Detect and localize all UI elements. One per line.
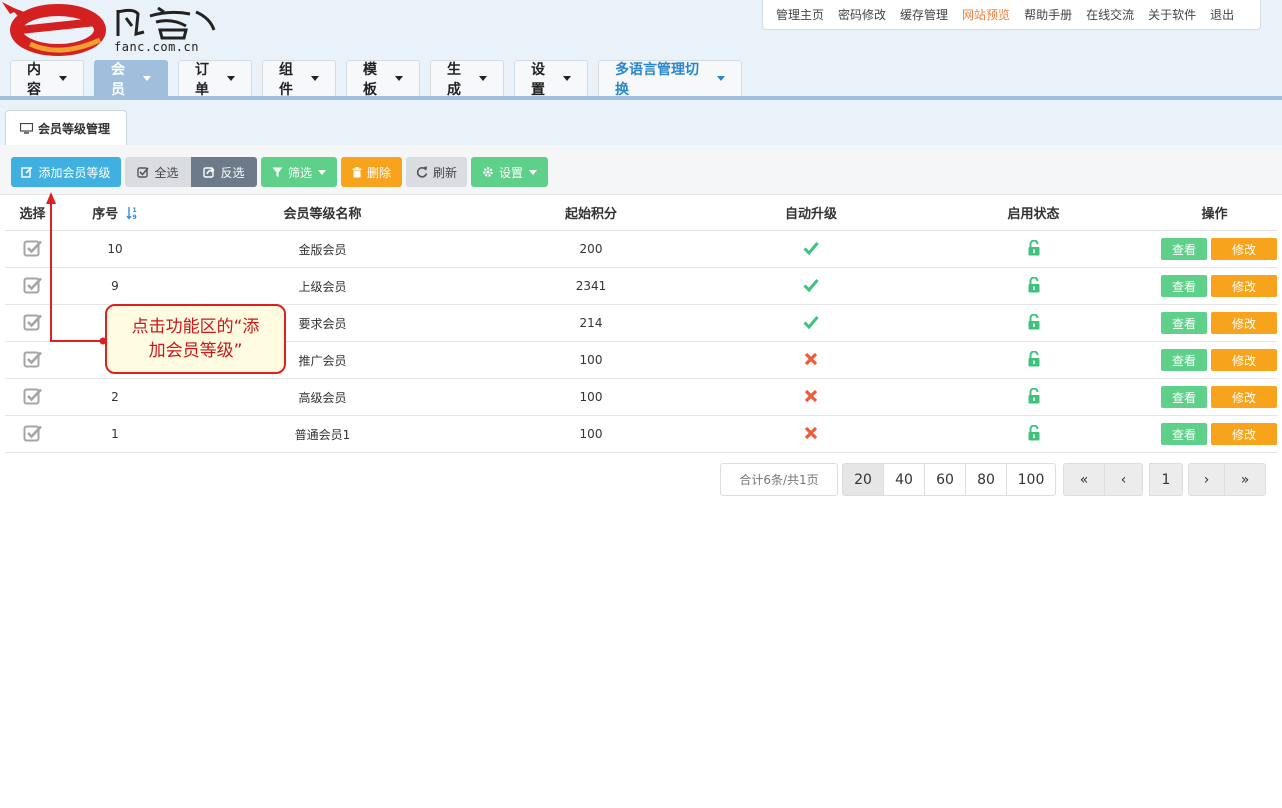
callout-arrow [46, 192, 107, 345]
instruction-callout: 点击功能区的“添 加会员等级” [105, 304, 286, 374]
callout-line-2: 加会员等级” [148, 341, 243, 361]
callout-line-1: 点击功能区的“添 [131, 317, 260, 337]
